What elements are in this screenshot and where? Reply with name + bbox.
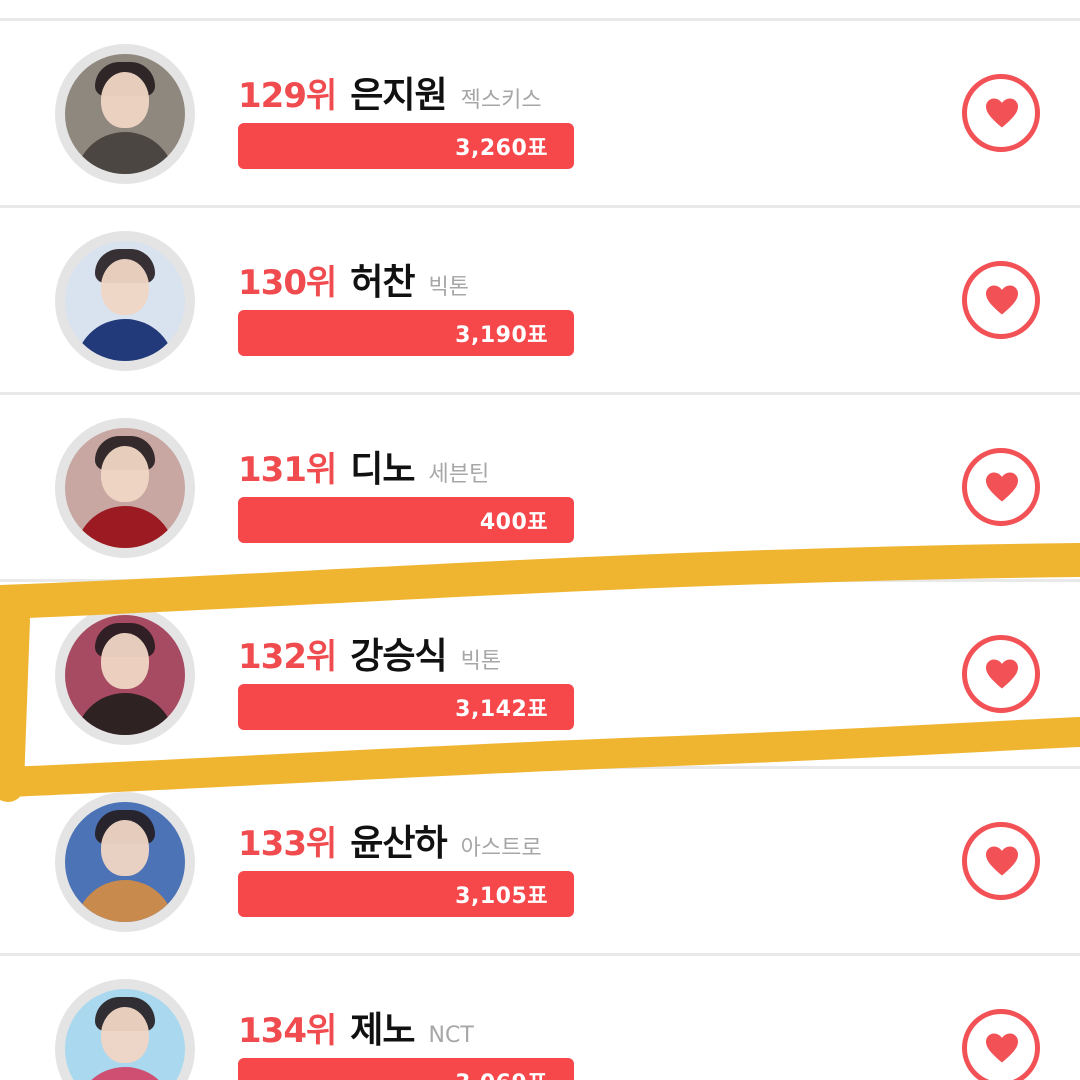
avatar bbox=[65, 241, 185, 361]
vote-heart-button[interactable] bbox=[962, 635, 1040, 713]
member-name: 강승식 bbox=[350, 636, 447, 677]
vote-bar: 3,069표 bbox=[238, 1058, 574, 1080]
heart-icon bbox=[986, 285, 1018, 315]
avatar-ring bbox=[55, 231, 195, 371]
ranking-title: 134위 제노 NCT bbox=[238, 1001, 474, 1051]
avatar bbox=[65, 428, 185, 548]
ranking-title: 129위 은지원 젝스키스 bbox=[238, 66, 542, 116]
avatar bbox=[65, 802, 185, 922]
ranking-title: 130위 허찬 빅톤 bbox=[238, 253, 469, 303]
ranking-row: 130위 허찬 빅톤 3,190표 bbox=[0, 208, 1080, 395]
avatar-body bbox=[75, 506, 175, 548]
member-name: 디노 bbox=[350, 449, 415, 490]
ranking-title: 131위 디노 세븐틴 bbox=[238, 440, 490, 490]
group-name: 젝스키스 bbox=[460, 88, 542, 113]
vote-bar: 3,105표 bbox=[238, 871, 574, 917]
group-name: 빅톤 bbox=[460, 649, 502, 674]
vote-bar: 3,260표 bbox=[238, 123, 574, 169]
avatar-face bbox=[101, 446, 149, 502]
ranking-row: 131위 디노 세븐틴 400표 bbox=[0, 395, 1080, 582]
member-name: 은지원 bbox=[350, 75, 447, 116]
rank-label: 132위 bbox=[238, 637, 337, 677]
group-name: NCT bbox=[428, 1023, 474, 1048]
avatar-ring bbox=[55, 979, 195, 1080]
avatar-body bbox=[75, 132, 175, 174]
avatar-face bbox=[101, 820, 149, 876]
avatar-face bbox=[101, 633, 149, 689]
vote-heart-button[interactable] bbox=[962, 822, 1040, 900]
rank-label: 130위 bbox=[238, 263, 337, 303]
group-name: 빅톤 bbox=[428, 275, 469, 300]
avatar bbox=[65, 989, 185, 1080]
avatar-ring bbox=[55, 418, 195, 558]
ranking-row: 133위 윤산하 아스트로 3,105표 bbox=[0, 769, 1080, 956]
ranking-row: 134위 제노 NCT 3,069표 bbox=[0, 956, 1080, 1080]
ranking-row: 132위 강승식 빅톤 3,142표 bbox=[0, 582, 1080, 769]
ranking-title: 132위 강승식 빅톤 bbox=[238, 627, 502, 677]
vote-count: 3,190표 bbox=[455, 323, 548, 348]
heart-icon bbox=[986, 1033, 1018, 1063]
avatar-body bbox=[75, 319, 175, 361]
avatar-ring bbox=[55, 605, 195, 745]
vote-bar: 3,190표 bbox=[238, 310, 574, 356]
vote-count: 3,069표 bbox=[455, 1065, 548, 1080]
vote-heart-button[interactable] bbox=[962, 448, 1040, 526]
ranking-list: 129위 은지원 젝스키스 3,260표 130위 허찬 빅톤 3,190표 1… bbox=[0, 0, 1080, 1080]
group-name: 아스트로 bbox=[460, 836, 542, 861]
rank-label: 131위 bbox=[238, 450, 337, 490]
vote-heart-button[interactable] bbox=[962, 74, 1040, 152]
rank-label: 129위 bbox=[238, 76, 337, 116]
member-name: 윤산하 bbox=[350, 823, 447, 864]
avatar-face bbox=[101, 259, 149, 315]
avatar-face bbox=[101, 72, 149, 128]
vote-count: 3,260표 bbox=[455, 136, 548, 161]
ranking-row: 129위 은지원 젝스키스 3,260표 bbox=[0, 21, 1080, 208]
vote-count: 400표 bbox=[479, 510, 548, 535]
avatar-face bbox=[101, 1007, 149, 1063]
avatar-body bbox=[75, 1067, 175, 1080]
member-name: 제노 bbox=[350, 1010, 415, 1051]
vote-bar: 400표 bbox=[238, 497, 574, 543]
heart-icon bbox=[986, 659, 1018, 689]
vote-heart-button[interactable] bbox=[962, 261, 1040, 339]
rank-label: 134위 bbox=[238, 1011, 337, 1051]
avatar bbox=[65, 615, 185, 735]
vote-bar: 3,142표 bbox=[238, 684, 574, 730]
heart-icon bbox=[986, 98, 1018, 128]
avatar-ring bbox=[55, 44, 195, 184]
heart-icon bbox=[986, 846, 1018, 876]
member-name: 허찬 bbox=[350, 262, 415, 303]
avatar bbox=[65, 54, 185, 174]
vote-heart-button[interactable] bbox=[962, 1009, 1040, 1080]
avatar-body bbox=[75, 693, 175, 735]
avatar-ring bbox=[55, 792, 195, 932]
avatar-body bbox=[75, 880, 175, 922]
group-name: 세븐틴 bbox=[428, 462, 490, 487]
ranking-title: 133위 윤산하 아스트로 bbox=[238, 814, 542, 864]
vote-count: 3,142표 bbox=[455, 697, 548, 722]
heart-icon bbox=[986, 472, 1018, 502]
rank-label: 133위 bbox=[238, 824, 337, 864]
vote-count: 3,105표 bbox=[455, 884, 548, 909]
